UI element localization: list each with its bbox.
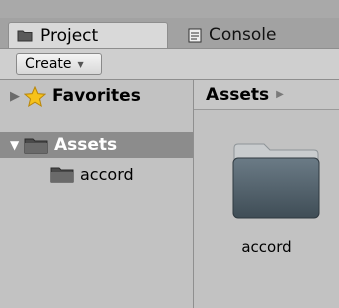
- tab-console[interactable]: Console: [178, 22, 328, 48]
- favorites-label: Favorites: [52, 86, 141, 106]
- breadcrumb: Assets ▶: [194, 80, 339, 110]
- asset-item-label[interactable]: accord: [194, 238, 339, 256]
- expand-triangle-icon[interactable]: ▶: [10, 89, 24, 104]
- collapse-triangle-icon[interactable]: ▼: [10, 138, 24, 152]
- folder-icon[interactable]: [230, 142, 322, 220]
- folder-icon: [24, 138, 48, 154]
- create-dropdown-button[interactable]: Create ▼: [16, 53, 102, 75]
- accord-tree-label: accord: [80, 164, 134, 184]
- tab-bar: Project Console: [0, 18, 339, 49]
- folder-icon: [17, 30, 33, 42]
- tab-project-label: Project: [40, 25, 99, 46]
- tree-item-accord[interactable]: accord: [50, 162, 134, 186]
- tree-item-favorites[interactable]: ▶ Favorites: [10, 82, 141, 110]
- tree-item-assets[interactable]: ▼ Assets: [0, 132, 193, 158]
- window-top-strip: [0, 0, 339, 18]
- project-toolbar: Create ▼: [0, 49, 339, 80]
- project-tree-sidebar: ▶ Favorites ▼ Assets accord: [0, 80, 194, 308]
- assets-grid-pane: Assets ▶ accord: [194, 80, 339, 308]
- tab-project[interactable]: Project: [8, 22, 168, 48]
- tab-console-label: Console: [209, 25, 277, 45]
- star-icon: [24, 85, 46, 107]
- breadcrumb-arrow-icon: ▶: [276, 89, 284, 100]
- assets-label: Assets: [54, 135, 118, 155]
- chevron-down-icon: ▼: [77, 59, 84, 69]
- console-icon: [188, 28, 202, 42]
- create-label: Create: [25, 56, 72, 72]
- breadcrumb-assets[interactable]: Assets: [206, 85, 269, 105]
- folder-icon: [50, 167, 74, 183]
